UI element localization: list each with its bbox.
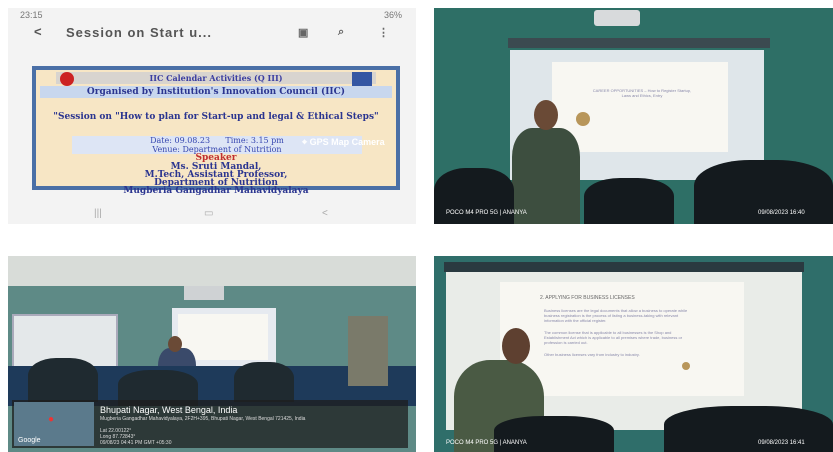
- battery-level: 36%: [383, 10, 402, 20]
- status-bar: 23:15 36%: [8, 8, 416, 22]
- gps-place: Bhupati Nagar, West Bengal, India: [100, 405, 238, 415]
- slide-bullet-2: The common license that is applicable to…: [544, 330, 683, 345]
- slide: CAREER OPPORTUNITIES – How to Register S…: [552, 62, 728, 152]
- more-options-icon[interactable]: ⋮: [378, 26, 389, 39]
- camera-watermark: POCO M4 PRO 5G | ANANYA: [446, 440, 527, 446]
- poster-speaker-details: Ms. Sruti Mandal, M.Tech, Assistant Prof…: [36, 163, 396, 196]
- back-icon[interactable]: <: [322, 208, 328, 219]
- camera-watermark: POCO M4 PRO 5G | ANANYA: [446, 210, 527, 216]
- poster-organiser: Organised by Institution's Innovation Co…: [40, 86, 392, 98]
- projector: [594, 10, 640, 26]
- slide-heading: 2. APPLYING FOR BUSINESS LICENSES: [540, 295, 635, 301]
- event-poster: IIC Calendar Activities (Q III) Organise…: [32, 66, 400, 196]
- poster-college: Mugberia Gangadhar Mahavidyalaya: [123, 186, 309, 196]
- audience-head: [28, 358, 98, 402]
- gps-map-camera-badge: ⌖ GPS Map Camera: [302, 137, 385, 148]
- gps-datetime: 09/08/23 04:41 PM GMT +05:30: [100, 440, 172, 446]
- page-title: Session on Start u...: [66, 25, 212, 40]
- location-map: Google ●: [14, 402, 94, 446]
- presentation-photo-1: CAREER OPPORTUNITIES – How to Register S…: [434, 8, 833, 224]
- home-icon[interactable]: ▭: [204, 208, 213, 219]
- slide-bullet-1: Business licenses are the legal document…: [544, 308, 688, 323]
- gps-overlay: Google ● Bhupati Nagar, West Bengal, Ind…: [12, 400, 408, 448]
- college-logo-icon: [60, 72, 74, 86]
- slide-text: CAREER OPPORTUNITIES – How to Register S…: [592, 88, 692, 98]
- audience-head: [494, 416, 614, 452]
- status-time: 23:15: [20, 10, 43, 20]
- poster-time: Time: 3.15 pm: [225, 136, 284, 145]
- door: [348, 316, 388, 386]
- presenter-head: [168, 336, 182, 352]
- poster-header: IIC Calendar Activities (Q III): [56, 72, 376, 86]
- menu-icon[interactable]: |||: [94, 208, 102, 219]
- presenter-head: [502, 328, 530, 364]
- search-icon[interactable]: ⌕: [338, 26, 344, 39]
- image-icon[interactable]: ▣: [298, 26, 308, 39]
- projector: [184, 286, 224, 300]
- photo-timestamp: 09/08/2023 16:40: [758, 210, 805, 216]
- gps-address: Mugberia Gangadhar Mahavidyalaya, 2F2H+3…: [100, 416, 306, 422]
- screen-housing: [444, 262, 804, 272]
- poster-session-title: "Session on "How to plan for Start-up an…: [53, 112, 379, 122]
- screen-housing: [508, 38, 770, 48]
- google-label: Google: [18, 437, 41, 444]
- poster-header-text: IIC Calendar Activities (Q III): [149, 73, 283, 83]
- audience-head: [234, 362, 294, 402]
- presenter-head: [534, 100, 558, 130]
- location-pin-icon: ●: [48, 414, 55, 425]
- gps-badge-label: GPS Map Camera: [309, 137, 385, 147]
- app-bar: < Session on Start u... ▣ ⌕ ⋮: [8, 22, 416, 44]
- phone-screenshot-panel: 23:15 36% < Session on Start u... ▣ ⌕ ⋮ …: [8, 8, 416, 224]
- poster-date: Date: 09.08.23: [150, 136, 211, 145]
- iic-logo-icon: [352, 72, 372, 86]
- ceiling: [8, 256, 416, 286]
- back-arrow-icon[interactable]: <: [34, 24, 42, 39]
- slide-dot: [576, 112, 590, 126]
- slide-dot: [682, 362, 690, 370]
- slide-bullet-3: Other business licenses vary from indust…: [544, 352, 640, 357]
- pin-icon: ⌖: [302, 137, 308, 147]
- audience-head: [584, 178, 674, 224]
- photo-timestamp: 09/08/2023 16:41: [758, 440, 805, 446]
- nav-bar: ||| ▭ <: [8, 206, 416, 224]
- audience-head: [664, 406, 833, 452]
- presentation-photo-2: 2. APPLYING FOR BUSINESS LICENSES Busine…: [434, 256, 833, 452]
